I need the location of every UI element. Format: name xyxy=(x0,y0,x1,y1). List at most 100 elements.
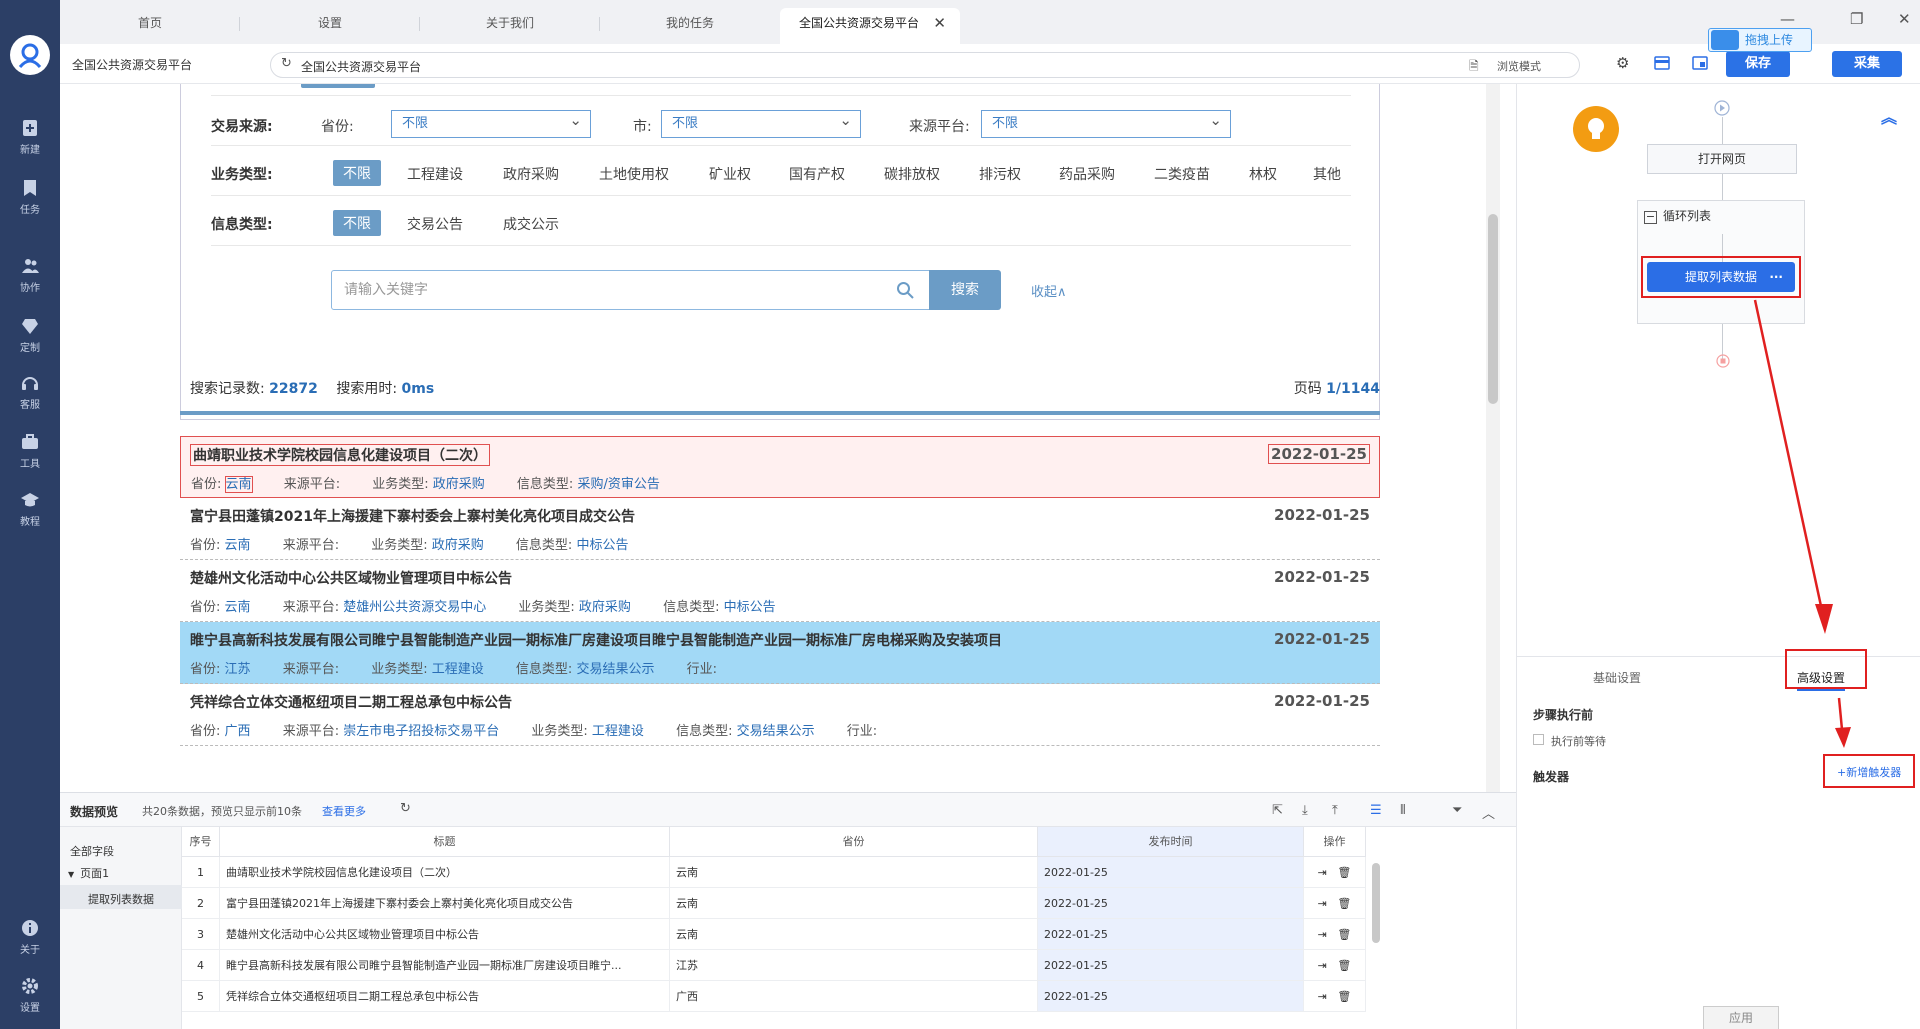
apply-button[interactable]: 应用 xyxy=(1703,1006,1779,1029)
save-button[interactable]: 保存 xyxy=(1726,51,1790,77)
close-window-icon[interactable]: ✕ xyxy=(1898,10,1911,28)
sidebar-item-settings[interactable]: 设置 xyxy=(0,976,60,1014)
collect-button[interactable]: 采集 xyxy=(1832,51,1902,77)
record-title[interactable]: 富宁县田蓬镇2021年上海援建下寨村委会上寨村美化亮化项目成交公告 xyxy=(190,506,635,526)
record-date: 2022-01-25 xyxy=(1274,506,1370,524)
tab-my-tasks[interactable]: 我的任务 xyxy=(600,8,780,44)
table-scrollbar[interactable] xyxy=(1372,863,1380,943)
row-export-icon[interactable]: ⇥ xyxy=(1318,990,1327,1003)
biz-option[interactable]: 国有产权 xyxy=(789,164,845,184)
platform-select[interactable]: 不限 xyxy=(981,107,1231,138)
trash-icon[interactable]: 🗑 xyxy=(1337,959,1351,972)
upload-icon[interactable]: ⤒ xyxy=(1332,803,1338,818)
sidebar-item-new[interactable]: 新建 xyxy=(0,118,60,156)
refresh-icon[interactable]: ↻ xyxy=(281,56,292,71)
record-title[interactable]: 睢宁县高新科技发展有限公司睢宁县智能制造产业园一期标准厂房建设项目睢宁县智能制造… xyxy=(190,630,1002,650)
tab-active-site[interactable]: 全国公共资源交易平台 ✕ xyxy=(780,8,960,44)
drag-upload-button[interactable]: 拖拽上传 xyxy=(1708,28,1812,52)
record-date: 2022-01-25 xyxy=(1268,444,1370,464)
wait-before-checkbox[interactable] xyxy=(1533,734,1544,745)
row-export-icon[interactable]: ⇥ xyxy=(1318,897,1327,910)
restore-icon[interactable]: ❐ xyxy=(1850,10,1863,28)
column-view-icon[interactable]: ⦀ xyxy=(1400,803,1406,818)
biz-option[interactable]: 其他 xyxy=(1313,164,1341,184)
search-button[interactable]: 搜索 xyxy=(929,270,1001,310)
list-item[interactable]: 凭祥综合立体交通枢纽项目二期工程总承包中标公告 2022-01-25 省份: 广… xyxy=(180,684,1380,746)
people-icon xyxy=(22,259,39,273)
biz-option[interactable]: 工程建设 xyxy=(407,164,463,184)
cloud-icon xyxy=(1711,30,1739,50)
trash-icon[interactable]: 🗑 xyxy=(1337,928,1351,941)
refresh-icon[interactable]: ↻ xyxy=(400,801,411,816)
info-option-all[interactable]: 不限 xyxy=(333,210,381,236)
source-label: 交易来源: xyxy=(211,119,273,135)
view-more-link[interactable]: 查看更多 xyxy=(322,803,366,819)
record-title[interactable]: 楚雄州文化活动中心公共区域物业管理项目中标公告 xyxy=(190,568,512,588)
list-item[interactable]: 曲靖职业技术学院校园信息化建设项目（二次） 2022-01-25 省份: 云南 … xyxy=(180,436,1380,498)
sidebar-item-tools[interactable]: 工具 xyxy=(0,432,60,470)
export-icon[interactable]: ⇱ xyxy=(1272,803,1283,818)
gear-icon[interactable]: ⚙ xyxy=(1616,54,1629,72)
tab-label: 设置 xyxy=(317,16,342,30)
list-item[interactable]: 富宁县田蓬镇2021年上海援建下寨村委会上寨村美化亮化项目成交公告 2022-0… xyxy=(180,498,1380,560)
trash-icon[interactable]: 🗑 xyxy=(1337,990,1351,1003)
download-icon[interactable]: ⤓ xyxy=(1302,803,1308,818)
biz-label: 业务类型: xyxy=(211,167,273,183)
trash-icon[interactable]: 🗑 xyxy=(1337,866,1351,879)
scrollbar-thumb[interactable] xyxy=(1488,214,1498,404)
info-option[interactable]: 交易公告 xyxy=(407,214,463,234)
row-export-icon[interactable]: ⇥ xyxy=(1318,959,1327,972)
biz-option[interactable]: 矿业权 xyxy=(709,164,751,184)
tab-about[interactable]: 关于我们 xyxy=(420,8,600,44)
tree-item-page[interactable]: ▼ 页面1 xyxy=(68,865,109,881)
biz-option[interactable]: 碳排放权 xyxy=(884,164,940,184)
record-title[interactable]: 凭祥综合立体交通枢纽项目二期工程总承包中标公告 xyxy=(190,692,512,712)
search-icon[interactable] xyxy=(896,281,914,299)
tab-label: 我的任务 xyxy=(665,16,714,30)
window-icon[interactable] xyxy=(1692,56,1708,70)
page-scrollbar[interactable] xyxy=(1486,84,1500,792)
record-meta: 省份: 江苏 来源平台: 业务类型: 工程建设 信息类型: 交易结果公示 行业: xyxy=(190,662,717,677)
trash-icon[interactable]: 🗑 xyxy=(1337,897,1351,910)
platform-label: 来源平台: xyxy=(909,119,970,135)
tree-item-all-fields[interactable]: 全部字段 xyxy=(70,843,114,859)
page-doc-icon[interactable]: 🗎 xyxy=(1469,57,1479,78)
count-label: 搜索记录数: xyxy=(190,381,265,397)
biz-option[interactable]: 政府采购 xyxy=(503,164,559,184)
row-export-icon[interactable]: ⇥ xyxy=(1318,928,1327,941)
tab-home[interactable]: 首页 xyxy=(60,8,240,44)
sidebar-item-collab[interactable]: 协作 xyxy=(0,256,60,294)
biz-option[interactable]: 药品采购 xyxy=(1059,164,1115,184)
biz-option[interactable]: 二类疫苗 xyxy=(1154,164,1210,184)
record-title[interactable]: 曲靖职业技术学院校园信息化建设项目（二次） xyxy=(190,444,490,466)
info-option[interactable]: 成交公示 xyxy=(503,214,559,234)
close-icon[interactable]: ✕ xyxy=(933,8,946,38)
biz-option[interactable]: 林权 xyxy=(1249,164,1277,184)
sidebar-item-about[interactable]: 关于 xyxy=(0,918,60,956)
tree-item-extract[interactable]: 提取列表数据 xyxy=(60,885,182,909)
sidebar-item-service[interactable]: 客服 xyxy=(0,373,60,411)
list-item[interactable]: 睢宁县高新科技发展有限公司睢宁县智能制造产业园一期标准厂房建设项目睢宁县智能制造… xyxy=(180,622,1380,684)
biz-option[interactable]: 排污权 xyxy=(979,164,1021,184)
url-input[interactable]: ↻ 全国公共资源交易平台 🗎 浏览模式 xyxy=(270,52,1779,78)
preview-title: 数据预览 xyxy=(70,805,119,819)
province-select[interactable]: 不限 xyxy=(391,107,591,138)
list-view-icon[interactable]: ☰ xyxy=(1370,803,1382,818)
biz-option[interactable]: 土地使用权 xyxy=(599,164,669,184)
keyword-search-input[interactable]: 请输入关键字 xyxy=(331,270,931,310)
sidebar-item-tasks[interactable]: 任务 xyxy=(0,178,60,216)
tab-basic-settings[interactable]: 基础设置 xyxy=(1593,669,1641,686)
row-export-icon[interactable]: ⇥ xyxy=(1318,866,1327,879)
tab-settings[interactable]: 设置 xyxy=(240,8,420,44)
minimize-icon[interactable]: — xyxy=(1780,10,1795,28)
sidebar-item-custom[interactable]: 定制 xyxy=(0,316,60,354)
biz-option-all[interactable]: 不限 xyxy=(333,160,381,186)
card-icon[interactable] xyxy=(1654,56,1670,70)
filter-icon[interactable]: ⏷ xyxy=(1452,803,1462,818)
collapse-panel-icon[interactable]: ︿ xyxy=(1482,803,1495,822)
list-item[interactable]: 楚雄州文化活动中心公共区域物业管理项目中标公告 2022-01-25 省份: 云… xyxy=(180,560,1380,622)
city-select[interactable]: 不限 xyxy=(661,107,861,138)
collapse-link[interactable]: 收起∧ xyxy=(1031,281,1067,300)
sidebar-label: 工具 xyxy=(20,459,40,470)
sidebar-item-tutorial[interactable]: 教程 xyxy=(0,490,60,528)
